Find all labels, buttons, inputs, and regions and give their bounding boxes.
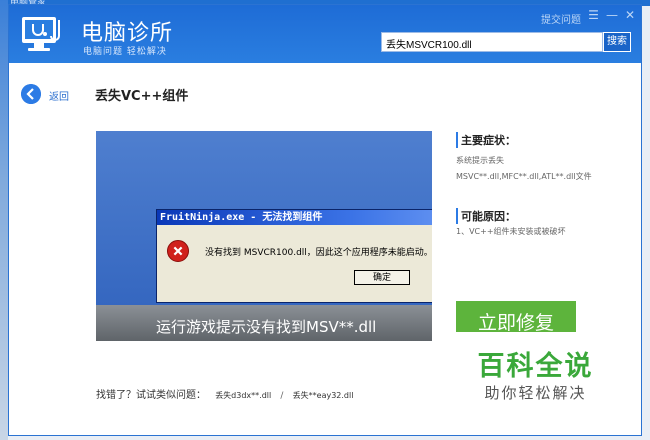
search-button[interactable]: 搜索 <box>603 32 631 52</box>
error-dialog-message: 没有找到 MSVCR100.dll，因此这个应用程序未能启动。 <box>205 248 432 258</box>
watermark-subtitle: 助你轻松解决 <box>484 384 587 402</box>
search-input[interactable]: 丢失MSVCR100.dll <box>381 32 603 52</box>
watermark-title: 百科全说 <box>477 351 594 382</box>
app-subtitle: 电脑问题 轻松解决 <box>83 47 167 57</box>
symptoms-text-line1: 系统提示丢失 <box>456 156 504 165</box>
host-window-left-edge <box>0 0 8 440</box>
computer-stethoscope-logo-icon <box>22 17 60 51</box>
window-controls: ☰ — ✕ <box>588 8 635 22</box>
close-icon[interactable]: ✕ <box>625 8 635 22</box>
error-dialog: FruitNinja.exe - 无法找到组件 没有找到 MSVCR100.dl… <box>156 209 432 303</box>
similar-issues: 找错了？试试类似问题： 丢失d3dx**.dll / 丢失**eay32.dll <box>96 386 353 401</box>
symptoms-text-line2: MSVC**.dll,MFC**.dll,ATL**.dll文件 <box>456 172 592 181</box>
similar-issues-separator: / <box>280 391 284 401</box>
screenshot-caption: 运行游戏提示没有找到MSV**.dll <box>156 318 377 336</box>
header-bar: 电脑诊所 电脑问题 轻松解决 提交问题 ☰ — ✕ 丢失MSVCR100.dll… <box>9 5 641 63</box>
back-arrow-icon[interactable] <box>21 84 41 104</box>
error-dialog-ok-button: 确定 <box>354 270 410 285</box>
similar-issues-prompt: 找错了？试试类似问题： <box>96 390 206 401</box>
causes-text: 1、VC++组件未安装或被破坏 <box>456 227 566 236</box>
error-dialog-title: FruitNinja.exe - 无法找到组件 <box>157 210 432 225</box>
similar-issue-link-d3dx[interactable]: 丢失d3dx**.dll <box>215 391 271 400</box>
submit-question-link[interactable]: 提交问题 <box>541 11 581 26</box>
app-title: 电脑诊所 <box>81 21 174 46</box>
minimize-icon[interactable]: — <box>606 8 618 22</box>
back-link[interactable]: 返回 <box>49 88 69 103</box>
error-screenshot: FruitNinja.exe - 无法找到组件 没有找到 MSVCR100.dl… <box>96 131 432 341</box>
error-x-icon <box>167 240 189 262</box>
page-title: 丢失VC++组件 <box>95 89 189 104</box>
menu-icon[interactable]: ☰ <box>588 8 599 22</box>
symptoms-heading: 主要症状： <box>456 132 516 148</box>
watermark-badge: 百科全说 助你轻松解决 <box>453 332 618 412</box>
similar-issue-link-eay32[interactable]: 丢失**eay32.dll <box>293 391 354 400</box>
causes-heading: 可能原因： <box>456 208 516 224</box>
